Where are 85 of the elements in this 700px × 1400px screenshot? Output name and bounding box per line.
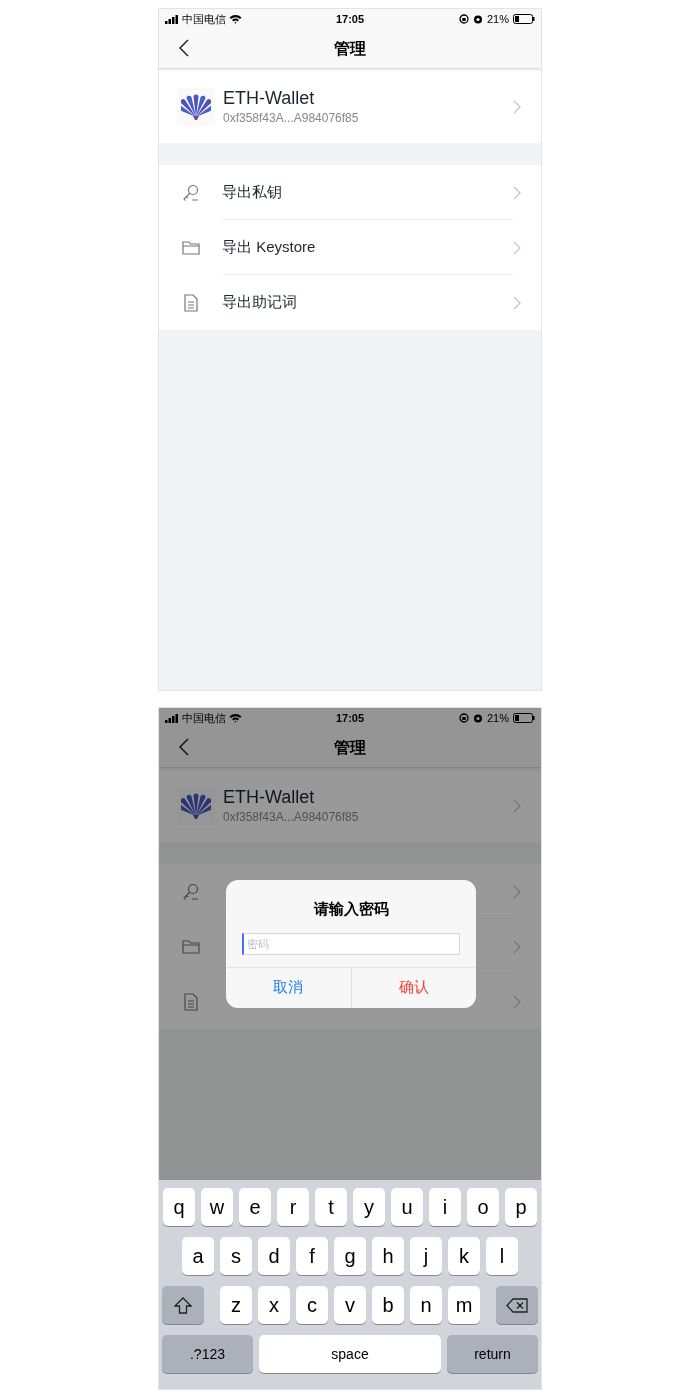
shell-logo-icon bbox=[181, 792, 211, 820]
letter-key[interactable]: j bbox=[410, 1237, 442, 1275]
rotation-lock-icon bbox=[458, 14, 469, 24]
folder-icon bbox=[182, 939, 200, 954]
delete-key[interactable] bbox=[496, 1286, 538, 1324]
chevron-right-icon bbox=[513, 884, 521, 899]
document-icon bbox=[183, 992, 199, 1011]
carrier-name: 中国电信 bbox=[182, 710, 226, 726]
wallet-row[interactable]: ETH-Wallet 0xf358f43A...A984076f85 bbox=[159, 71, 541, 143]
letter-key[interactable]: a bbox=[182, 1237, 214, 1275]
return-key[interactable]: return bbox=[447, 1335, 538, 1373]
menu-item[interactable]: 导出助记词 bbox=[159, 275, 541, 330]
status-time: 17:05 bbox=[335, 710, 365, 726]
letter-key[interactable]: b bbox=[372, 1286, 404, 1324]
space-key[interactable]: space bbox=[259, 1335, 441, 1373]
shell-logo-icon bbox=[181, 93, 211, 121]
letter-key[interactable]: p bbox=[505, 1188, 537, 1226]
dialog-title: 请输入密码 bbox=[312, 899, 390, 919]
letter-key[interactable]: d bbox=[258, 1237, 290, 1275]
letter-key[interactable]: x bbox=[258, 1286, 290, 1324]
letter-key[interactable]: g bbox=[334, 1237, 366, 1275]
letter-key[interactable]: c bbox=[296, 1286, 328, 1324]
backspace-icon bbox=[506, 1297, 528, 1313]
battery-percent: 21% bbox=[486, 11, 509, 27]
letter-key[interactable]: r bbox=[277, 1188, 309, 1226]
wifi-icon bbox=[229, 713, 242, 723]
letter-key[interactable]: y bbox=[353, 1188, 385, 1226]
carrier-name: 中国电信 bbox=[182, 11, 226, 27]
password-field[interactable]: 密码 bbox=[242, 932, 460, 955]
letter-key[interactable]: n bbox=[410, 1286, 442, 1324]
letter-key[interactable]: z bbox=[220, 1286, 252, 1324]
letter-key[interactable]: w bbox=[201, 1188, 233, 1226]
back-button[interactable] bbox=[179, 39, 189, 57]
letter-key[interactable]: k bbox=[448, 1237, 480, 1275]
chevron-right-icon bbox=[513, 185, 521, 200]
wallet-address: 0xf358f43A...A984076f85 bbox=[223, 809, 360, 826]
letter-key[interactable]: o bbox=[467, 1188, 499, 1226]
confirm-button[interactable]: 确认 bbox=[350, 967, 476, 1008]
page-title: 管理 bbox=[334, 38, 366, 59]
page-title: 管理 bbox=[334, 737, 366, 758]
chevron-right-icon bbox=[513, 240, 521, 255]
letter-key[interactable]: l bbox=[486, 1237, 518, 1275]
signal-icon bbox=[165, 713, 179, 723]
document-icon bbox=[183, 293, 199, 312]
wallet-address: 0xf358f43A...A984076f85 bbox=[223, 110, 360, 127]
back-button[interactable] bbox=[179, 738, 189, 756]
mode-key[interactable]: .?123 bbox=[162, 1335, 253, 1373]
alarm-icon bbox=[472, 713, 483, 723]
chevron-right-icon bbox=[513, 295, 521, 310]
wifi-icon bbox=[229, 14, 242, 24]
wallet-name: ETH-Wallet bbox=[223, 786, 316, 808]
alarm-icon bbox=[472, 14, 483, 24]
chevron-right-icon bbox=[513, 799, 521, 813]
battery-percent: 21% bbox=[486, 710, 509, 726]
menu-label: 导出私钥 bbox=[222, 181, 282, 202]
menu-item[interactable]: 导出私钥 bbox=[159, 165, 541, 220]
letter-key[interactable]: q bbox=[163, 1188, 195, 1226]
wallet-row[interactable]: ETH-Wallet 0xf358f43A...A984076f85 bbox=[159, 770, 541, 842]
wallet-name: ETH-Wallet bbox=[223, 87, 316, 109]
menu-label: 导出助记词 bbox=[222, 292, 297, 313]
rotation-lock-icon bbox=[458, 713, 469, 723]
cancel-button[interactable]: 取消 bbox=[226, 967, 351, 1008]
key-icon bbox=[182, 882, 200, 901]
shift-icon bbox=[174, 1296, 192, 1314]
letter-key[interactable]: s bbox=[220, 1237, 252, 1275]
chevron-right-icon bbox=[513, 939, 521, 954]
battery-icon bbox=[513, 713, 535, 723]
key-icon bbox=[182, 183, 200, 202]
chevron-right-icon bbox=[513, 100, 521, 114]
menu-label: 导出 Keystore bbox=[222, 236, 316, 257]
letter-key[interactable]: t bbox=[315, 1188, 347, 1226]
letter-key[interactable]: i bbox=[429, 1188, 461, 1226]
letter-key[interactable]: v bbox=[334, 1286, 366, 1324]
signal-icon bbox=[165, 14, 179, 24]
letter-key[interactable]: m bbox=[448, 1286, 480, 1324]
letter-key[interactable]: f bbox=[296, 1237, 328, 1275]
letter-key[interactable]: e bbox=[239, 1188, 271, 1226]
shift-key[interactable] bbox=[162, 1286, 204, 1324]
chevron-right-icon bbox=[513, 994, 521, 1009]
letter-key[interactable]: u bbox=[391, 1188, 423, 1226]
battery-icon bbox=[513, 14, 535, 24]
letter-key[interactable]: h bbox=[372, 1237, 404, 1275]
folder-icon bbox=[182, 240, 200, 255]
status-time: 17:05 bbox=[335, 11, 365, 27]
menu-item[interactable]: 导出 Keystore bbox=[159, 220, 541, 275]
